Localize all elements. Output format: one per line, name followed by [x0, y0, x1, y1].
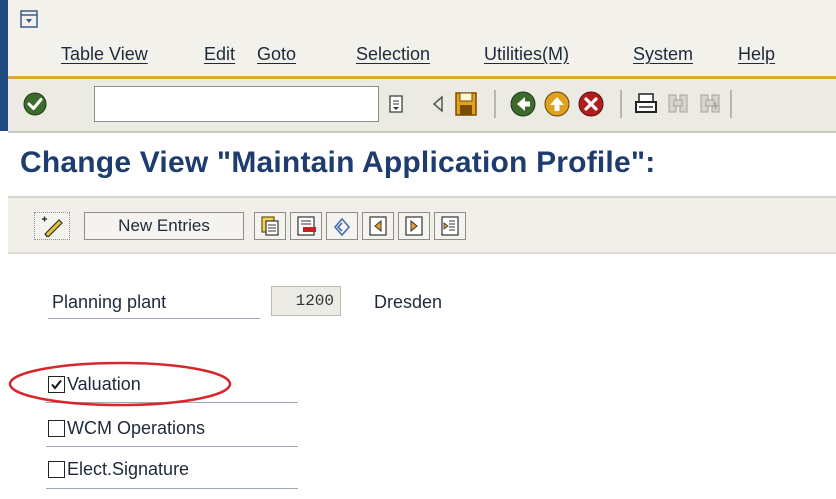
planning-plant-label: Planning plant — [52, 292, 167, 312]
menu-edit[interactable]: Edit — [204, 44, 235, 65]
menu-utilities[interactable]: Utilities(M) — [484, 44, 569, 65]
menu-system[interactable]: System — [633, 44, 693, 65]
exit-icon[interactable] — [543, 90, 571, 118]
menu-table-view[interactable]: Table View — [61, 44, 148, 65]
find-next-icon[interactable] — [697, 91, 723, 117]
command-history-icon[interactable] — [388, 94, 404, 114]
menu-goto[interactable]: Goto — [257, 44, 296, 65]
delete-button[interactable] — [290, 212, 322, 240]
field-underline — [48, 318, 260, 319]
delete-row-icon — [297, 216, 316, 236]
wcm-operations-checkbox-row[interactable]: WCM Operations — [48, 416, 205, 440]
left-accent-bar — [0, 0, 8, 131]
new-entries-button[interactable]: New Entries — [84, 212, 244, 240]
toolbar-separator — [494, 90, 496, 118]
highlight-annotation — [8, 361, 232, 407]
toolbar-separator — [620, 90, 622, 118]
planning-plant-name: Dresden — [374, 292, 443, 312]
print-icon[interactable] — [633, 91, 659, 117]
system-menu-icon[interactable] — [20, 10, 38, 28]
undo-icon — [333, 217, 351, 237]
save-icon[interactable] — [453, 90, 479, 118]
other-entry-icon — [441, 216, 459, 236]
copy-as-button[interactable] — [254, 212, 286, 240]
enter-icon[interactable] — [22, 91, 48, 117]
row-underline — [46, 488, 298, 489]
copy-icon — [261, 216, 279, 236]
menu-help[interactable]: Help — [738, 44, 775, 65]
undo-change-button[interactable] — [326, 212, 358, 240]
next-entry-icon — [405, 216, 423, 236]
back-icon[interactable] — [509, 90, 537, 118]
pencil-glasses-icon — [42, 216, 63, 237]
wcm-operations-checkbox[interactable] — [48, 419, 65, 437]
elect-signature-checkbox[interactable] — [48, 460, 65, 478]
row-underline — [46, 446, 298, 447]
cancel-icon[interactable] — [577, 90, 605, 118]
elect-signature-label: Elect.Signature — [67, 458, 190, 479]
elect-signature-checkbox-row[interactable]: Elect.Signature — [48, 457, 189, 481]
back-arrow-icon[interactable] — [430, 94, 446, 114]
previous-entry-button[interactable] — [362, 212, 394, 240]
page-title: Change View "Maintain Application Profil… — [20, 146, 656, 179]
wcm-operations-label: WCM Operations — [67, 417, 206, 438]
planning-plant-value: 1200 — [271, 286, 341, 316]
previous-entry-icon — [369, 216, 387, 236]
next-entry-button[interactable] — [398, 212, 430, 240]
other-entry-button[interactable] — [434, 212, 466, 240]
find-icon[interactable] — [665, 91, 691, 117]
menu-selection[interactable]: Selection — [356, 44, 430, 65]
command-field[interactable] — [94, 86, 379, 122]
display-change-toggle-button[interactable] — [34, 212, 70, 240]
toolbar-separator — [730, 90, 732, 118]
